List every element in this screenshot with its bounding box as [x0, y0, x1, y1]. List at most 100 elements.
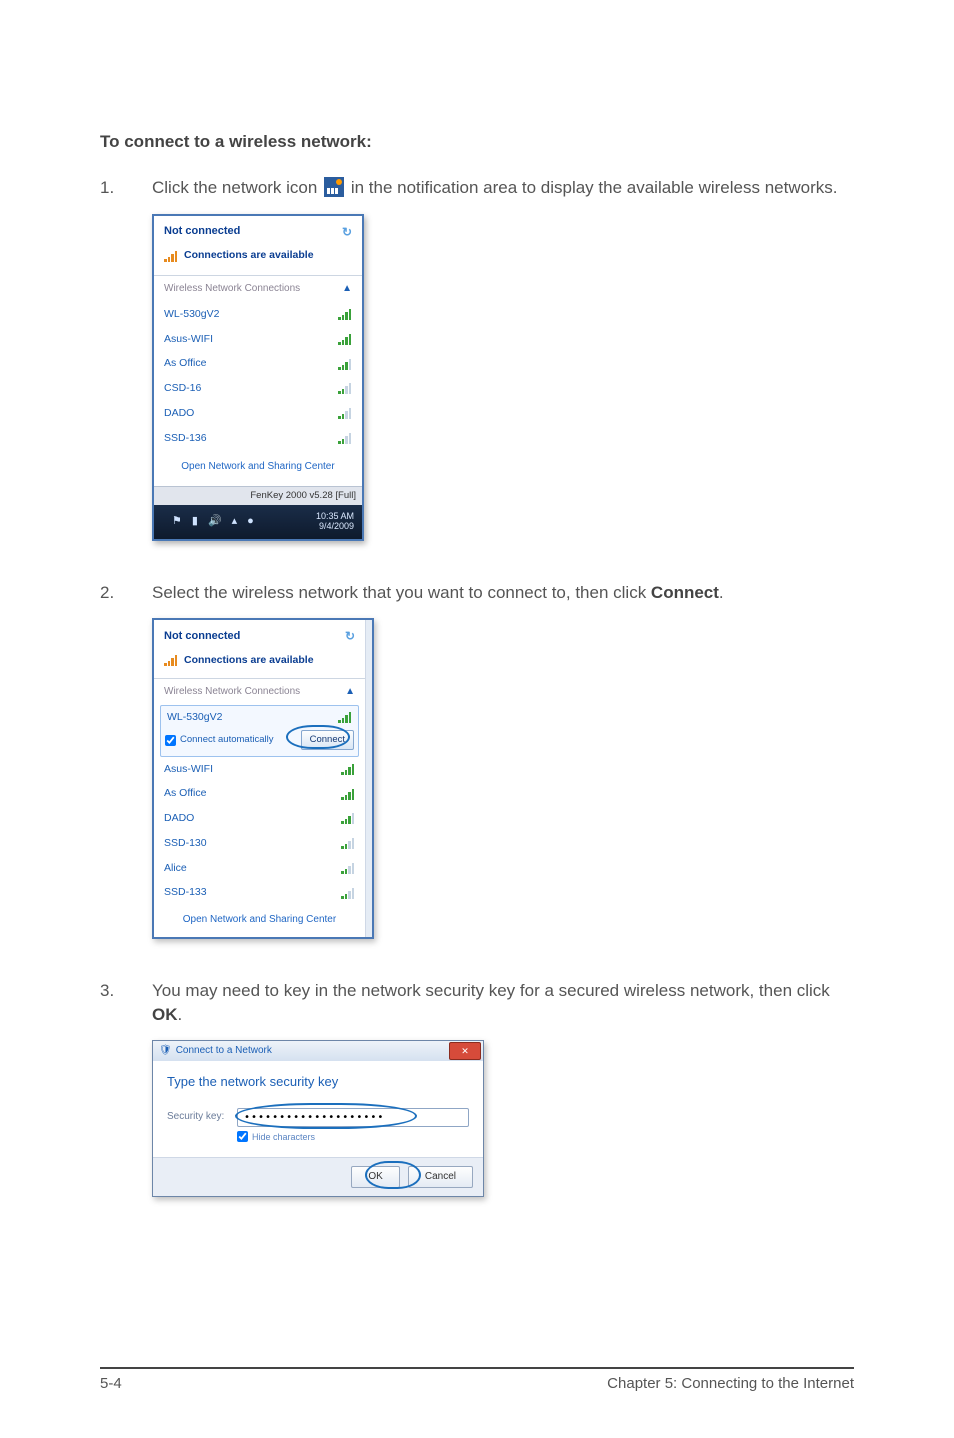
hide-characters-input[interactable] — [237, 1131, 248, 1142]
refresh-icon[interactable]: ↻ — [342, 224, 352, 241]
step-bold: OK — [152, 1005, 178, 1024]
network-name: As Office — [164, 786, 206, 801]
taskbar-clock[interactable]: 10:35 AM 9/4/2009 — [316, 512, 354, 532]
tray-network-icon[interactable]: ▮ — [192, 514, 198, 529]
step-body: Select the wireless network that you wan… — [152, 581, 854, 605]
network-name: As Office — [164, 356, 206, 371]
screenshot-2: Not connected ↻ Connections are availabl… — [152, 618, 854, 939]
step-number: 3. — [100, 979, 152, 1027]
close-icon[interactable]: ✕ — [449, 1042, 481, 1060]
network-name: SSD-130 — [164, 836, 207, 851]
network-tray-icon — [324, 177, 344, 197]
network-name: Alice — [164, 861, 187, 876]
page-footer: 5-4 Chapter 5: Connecting to the Interne… — [100, 1367, 854, 1394]
network-item[interactable]: WL-530gV2 — [154, 302, 362, 327]
signal-icon — [341, 837, 355, 849]
step-text-tail: . — [719, 583, 724, 602]
network-item[interactable]: DADO — [154, 806, 365, 831]
network-flyout: Not connected ↻ Connections are availabl… — [152, 214, 364, 541]
signal-icon — [341, 812, 355, 824]
signal-icon — [338, 407, 352, 419]
step-body: Click the network icon in the notificati… — [152, 176, 854, 200]
network-name: SSD-136 — [164, 431, 207, 446]
network-item[interactable]: DADO — [154, 401, 362, 426]
step-1: 1. Click the network icon in the notific… — [100, 176, 854, 200]
network-section-text: Wireless Network Connections — [164, 685, 300, 699]
network-section-title: Wireless Network Connections ▲ — [154, 276, 362, 302]
network-item[interactable]: SSD-136 — [154, 426, 362, 451]
scrollbar[interactable] — [365, 620, 372, 937]
connect-button[interactable]: Connect — [301, 730, 354, 749]
network-item[interactable]: Asus-WIFI — [154, 757, 365, 782]
collapse-arrow-icon[interactable]: ▲ — [342, 282, 352, 296]
signal-icon — [341, 763, 355, 775]
open-sharing-center-link[interactable]: Open Network and Sharing Center — [154, 905, 365, 937]
network-name: SSD-133 — [164, 885, 207, 900]
signal-icon — [338, 382, 352, 394]
step-text-tail: . — [178, 1005, 183, 1024]
open-sharing-center-link[interactable]: Open Network and Sharing Center — [154, 450, 362, 486]
section-heading: To connect to a wireless network: — [100, 130, 854, 154]
cancel-button[interactable]: Cancel — [408, 1166, 473, 1188]
security-key-dialog: 🛡 Connect to a Network ✕ Type the networ… — [152, 1040, 484, 1197]
ok-button[interactable]: OK — [351, 1166, 399, 1188]
step-3: 3. You may need to key in the network se… — [100, 979, 854, 1027]
refresh-icon[interactable]: ↻ — [345, 628, 355, 645]
connect-auto-label: Connect automatically — [180, 733, 273, 746]
network-name: Asus-WIFI — [164, 332, 213, 347]
selected-network-name: WL-530gV2 — [167, 710, 222, 725]
connections-available: Connections are available — [164, 248, 352, 263]
dialog-titlebar: 🛡 Connect to a Network ✕ — [153, 1041, 483, 1061]
network-item[interactable]: As Office — [154, 351, 362, 376]
tray-chevron-icon[interactable]: ▴ — [232, 514, 238, 529]
page-number: 5-4 — [100, 1373, 122, 1394]
network-section-title: Wireless Network Connections ▲ — [154, 679, 365, 705]
taskbar: ⚑ ▮ 🔊 ▴ ● 10:35 AM 9/4/2009 — [154, 505, 362, 539]
clock-date: 9/4/2009 — [316, 522, 354, 532]
signal-icon — [338, 308, 352, 320]
screenshot-1: Not connected ↻ Connections are availabl… — [152, 214, 854, 541]
network-name: DADO — [164, 406, 194, 421]
signal-icon — [338, 711, 352, 723]
step-bold: Connect — [651, 583, 719, 602]
step-number: 1. — [100, 176, 152, 200]
signal-icon — [341, 887, 355, 899]
step-body: You may need to key in the network secur… — [152, 979, 854, 1027]
connections-available-text: Connections are available — [184, 248, 314, 263]
network-item[interactable]: SSD-133 — [154, 880, 365, 905]
network-name: WL-530gV2 — [164, 307, 219, 322]
security-key-input[interactable] — [237, 1108, 469, 1127]
step-text-before: Click the network icon — [152, 178, 322, 197]
connect-auto-checkbox[interactable]: Connect automatically — [165, 733, 273, 746]
network-item[interactable]: Asus-WIFI — [154, 327, 362, 352]
connections-available: Connections are available — [164, 653, 355, 668]
signal-icon — [341, 862, 355, 874]
network-item[interactable]: CSD-16 — [154, 376, 362, 401]
step-number: 2. — [100, 581, 152, 605]
step-2: 2. Select the wireless network that you … — [100, 581, 854, 605]
step-text: Select the wireless network that you wan… — [152, 583, 651, 602]
tray-status-icon[interactable]: ● — [247, 514, 254, 529]
signal-icon — [338, 333, 352, 345]
network-item[interactable]: As Office — [154, 781, 365, 806]
step-text-after: in the notification area to display the … — [351, 178, 838, 197]
network-name: DADO — [164, 811, 194, 826]
document-page: To connect to a wireless network: 1. Cli… — [0, 0, 954, 1438]
selected-network[interactable]: WL-530gV2 Connect automatically Connect — [160, 705, 359, 757]
signal-icon — [338, 432, 352, 444]
network-item[interactable]: Alice — [154, 856, 365, 881]
hide-characters-label: Hide characters — [252, 1131, 315, 1144]
signal-icon — [164, 654, 178, 666]
network-flyout-connect: Not connected ↻ Connections are availabl… — [152, 618, 374, 939]
connections-available-text: Connections are available — [184, 653, 314, 668]
connection-status-text: Not connected — [164, 629, 240, 644]
ime-bar: FenKey 2000 v5.28 [Full] — [154, 486, 362, 504]
tray-sound-icon[interactable]: 🔊 — [208, 514, 222, 529]
hide-characters-checkbox[interactable]: Hide characters — [237, 1131, 469, 1144]
collapse-arrow-icon[interactable]: ▲ — [345, 685, 355, 699]
tray-flag-icon[interactable]: ⚑ — [172, 514, 182, 529]
network-item[interactable]: SSD-130 — [154, 831, 365, 856]
connect-auto-input[interactable] — [165, 735, 176, 746]
connection-status-text: Not connected — [164, 224, 240, 239]
screenshot-3: 🛡 Connect to a Network ✕ Type the networ… — [152, 1040, 854, 1197]
